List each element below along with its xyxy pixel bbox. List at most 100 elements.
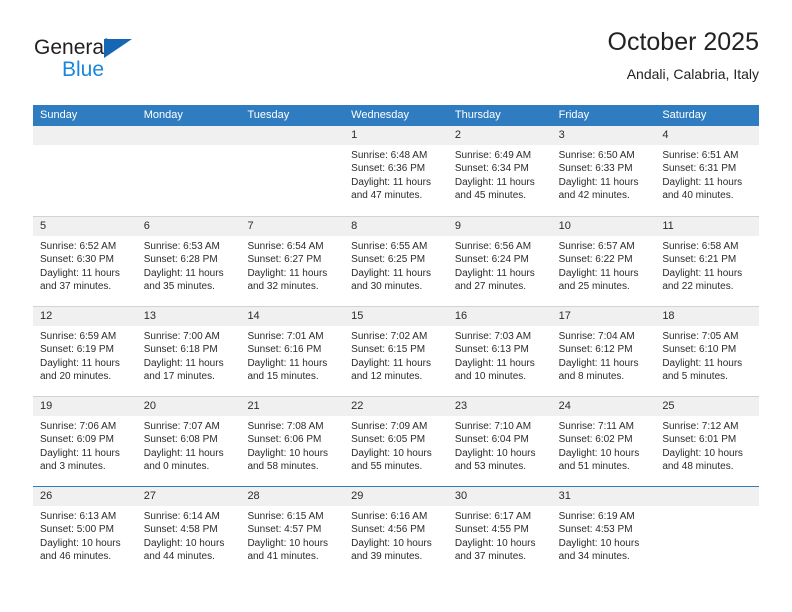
calendar-day-cell[interactable]: 29 Sunrise: 6:16 AM Sunset: 4:56 PM Dayligh… bbox=[344, 487, 448, 576]
daylight-text: Daylight: 11 hours and 15 minutes. bbox=[247, 357, 328, 383]
daylight-text: Daylight: 11 hours and 35 minutes. bbox=[143, 267, 224, 293]
calendar-day-cell[interactable]: 1 Sunrise: 6:48 AM Sunset: 6:36 PM Daylight… bbox=[344, 126, 448, 216]
calendar-day-cell[interactable]: 22 Sunrise: 7:09 AM Sunset: 6:05 PM Dayligh… bbox=[344, 397, 448, 486]
day-number: 9 bbox=[447, 217, 552, 236]
calendar-day-cell[interactable]: 7 Sunrise: 6:54 AM Sunset: 6:27 PM Daylight… bbox=[240, 217, 345, 306]
day-sun-info: Sunrise: 6:14 AM Sunset: 4:58 PM Daylight:… bbox=[137, 506, 241, 564]
calendar-day-cell[interactable]: 9 Sunrise: 6:56 AM Sunset: 6:24 PM Daylight… bbox=[447, 217, 552, 306]
sunrise-text: Sunrise: 7:10 AM bbox=[454, 421, 532, 432]
calendar-day-cell[interactable]: 21 Sunrise: 7:08 AM Sunset: 6:06 PM Dayligh… bbox=[240, 397, 345, 486]
sunset-text: Sunset: 6:19 PM bbox=[40, 344, 114, 356]
calendar-day-cell-empty bbox=[33, 126, 137, 216]
daylight-text: Daylight: 10 hours and 55 minutes. bbox=[351, 447, 432, 473]
calendar-day-cell[interactable]: 10 Sunrise: 6:57 AM Sunset: 6:22 PM Dayligh… bbox=[551, 217, 656, 306]
sunset-text: Sunset: 6:10 PM bbox=[662, 344, 737, 356]
day-number: 8 bbox=[344, 217, 448, 236]
calendar-day-cell[interactable]: 11 Sunrise: 6:58 AM Sunset: 6:21 PM Dayligh… bbox=[655, 217, 760, 306]
calendar-day-cell[interactable]: 24 Sunrise: 7:11 AM Sunset: 6:02 PM Dayligh… bbox=[551, 397, 656, 486]
daylight-text: Daylight: 10 hours and 46 minutes. bbox=[40, 537, 121, 563]
sunrise-text: Sunrise: 6:50 AM bbox=[558, 150, 635, 161]
day-sun-info: Sunrise: 6:54 AM Sunset: 6:27 PM Daylight:… bbox=[240, 236, 344, 294]
day-sun-info: Sunrise: 7:01 AM Sunset: 6:16 PM Daylight:… bbox=[240, 326, 344, 384]
sunrise-text: Sunrise: 7:06 AM bbox=[40, 421, 117, 432]
calendar-day-cell[interactable]: 6 Sunrise: 6:53 AM Sunset: 6:28 PM Daylight… bbox=[136, 217, 241, 306]
sunset-text: Sunset: 4:53 PM bbox=[558, 524, 633, 536]
sunrise-text: Sunrise: 7:01 AM bbox=[247, 331, 324, 342]
sunset-text: Sunset: 6:33 PM bbox=[558, 163, 633, 175]
calendar-day-cell[interactable]: 5 Sunrise: 6:52 AM Sunset: 6:30 PM Daylight… bbox=[33, 217, 137, 306]
calendar-day-cell[interactable]: 16 Sunrise: 7:03 AM Sunset: 6:13 PM Dayligh… bbox=[447, 307, 552, 396]
sunrise-text: Sunrise: 6:54 AM bbox=[247, 241, 324, 252]
calendar-day-cell[interactable]: 17 Sunrise: 7:04 AM Sunset: 6:12 PM Dayligh… bbox=[551, 307, 656, 396]
sunset-text: Sunset: 6:27 PM bbox=[247, 254, 322, 266]
day-sun-info: Sunrise: 7:06 AM Sunset: 6:09 PM Daylight:… bbox=[33, 416, 137, 474]
daylight-text: Daylight: 11 hours and 0 minutes. bbox=[143, 447, 224, 473]
calendar-day-cell[interactable]: 27 Sunrise: 6:14 AM Sunset: 4:58 PM Dayligh… bbox=[136, 487, 241, 576]
calendar-day-cell[interactable]: 30 Sunrise: 6:17 AM Sunset: 4:55 PM Dayligh… bbox=[447, 487, 552, 576]
day-sun-info: Sunrise: 7:07 AM Sunset: 6:08 PM Daylight:… bbox=[137, 416, 241, 474]
day-sun-info: Sunrise: 7:12 AM Sunset: 6:01 PM Daylight:… bbox=[655, 416, 759, 474]
daylight-text: Daylight: 11 hours and 47 minutes. bbox=[351, 176, 432, 202]
weekday-header-friday: Friday bbox=[558, 109, 590, 121]
day-number: 28 bbox=[240, 487, 345, 506]
calendar-day-cell[interactable]: 19 Sunrise: 7:06 AM Sunset: 6:09 PM Dayligh… bbox=[33, 397, 137, 486]
day-number: 15 bbox=[344, 307, 448, 326]
daylight-text: Daylight: 11 hours and 20 minutes. bbox=[40, 357, 120, 383]
day-number: 1 bbox=[344, 126, 448, 145]
sunrise-text: Sunrise: 7:03 AM bbox=[454, 331, 532, 342]
day-sun-info: Sunrise: 6:50 AM Sunset: 6:33 PM Daylight:… bbox=[552, 145, 656, 203]
calendar-day-cell-empty bbox=[136, 126, 241, 216]
calendar-day-cell-empty bbox=[240, 126, 345, 216]
sunset-text: Sunset: 6:01 PM bbox=[662, 434, 737, 446]
calendar-day-cell[interactable]: 15 Sunrise: 7:02 AM Sunset: 6:15 PM Dayligh… bbox=[344, 307, 448, 396]
calendar-grid: Sunday Monday Tuesday Wednesday Thursday… bbox=[33, 105, 760, 576]
day-sun-info: Sunrise: 7:03 AM Sunset: 6:13 PM Daylight:… bbox=[448, 326, 552, 384]
sunset-text: Sunset: 6:16 PM bbox=[247, 344, 322, 356]
sunrise-text: Sunrise: 6:14 AM bbox=[143, 511, 220, 522]
sunrise-text: Sunrise: 7:02 AM bbox=[351, 331, 428, 342]
day-number: 16 bbox=[447, 307, 552, 326]
sunrise-text: Sunrise: 6:17 AM bbox=[454, 511, 532, 522]
daylight-text: Daylight: 11 hours and 22 minutes. bbox=[662, 267, 743, 293]
day-sun-info: Sunrise: 6:16 AM Sunset: 4:56 PM Daylight:… bbox=[344, 506, 448, 564]
calendar-day-cell[interactable]: 12 Sunrise: 6:59 AM Sunset: 6:19 PM Dayligh… bbox=[33, 307, 137, 396]
sunrise-text: Sunrise: 6:52 AM bbox=[40, 241, 117, 252]
sunset-text: Sunset: 6:05 PM bbox=[351, 434, 426, 446]
calendar-day-cell[interactable]: 8 Sunrise: 6:55 AM Sunset: 6:25 PM Daylight… bbox=[344, 217, 448, 306]
day-number: 19 bbox=[33, 397, 137, 416]
calendar-day-cell[interactable]: 14 Sunrise: 7:01 AM Sunset: 6:16 PM Dayligh… bbox=[240, 307, 345, 396]
calendar-day-cell[interactable]: 4 Sunrise: 6:51 AM Sunset: 6:31 PM Daylight… bbox=[655, 126, 760, 216]
sunset-text: Sunset: 6:15 PM bbox=[351, 344, 426, 356]
day-number: 10 bbox=[551, 217, 656, 236]
calendar-day-cell[interactable]: 18 Sunrise: 7:05 AM Sunset: 6:10 PM Dayligh… bbox=[655, 307, 760, 396]
day-number: 29 bbox=[344, 487, 448, 506]
day-number: 12 bbox=[33, 307, 137, 326]
sunset-text: Sunset: 6:08 PM bbox=[143, 434, 218, 446]
sunrise-text: Sunrise: 6:16 AM bbox=[351, 511, 428, 522]
sunrise-text: Sunrise: 6:56 AM bbox=[454, 241, 532, 252]
calendar-day-cell[interactable]: 31 Sunrise: 6:19 AM Sunset: 4:53 PM Dayligh… bbox=[551, 487, 656, 576]
calendar-day-cell[interactable]: 3 Sunrise: 6:50 AM Sunset: 6:33 PM Daylight… bbox=[551, 126, 656, 216]
calendar-day-cell[interactable]: 13 Sunrise: 7:00 AM Sunset: 6:18 PM Dayligh… bbox=[136, 307, 241, 396]
calendar-day-cell[interactable]: 20 Sunrise: 7:07 AM Sunset: 6:08 PM Dayligh… bbox=[136, 397, 241, 486]
daylight-text: Daylight: 10 hours and 41 minutes. bbox=[247, 537, 329, 563]
calendar-day-cell[interactable]: 28 Sunrise: 6:15 AM Sunset: 4:57 PM Dayligh… bbox=[240, 487, 345, 576]
weekday-header-thursday: Thursday bbox=[454, 109, 501, 121]
daylight-text: Daylight: 11 hours and 3 minutes. bbox=[40, 447, 120, 473]
calendar-week-row: 5 Sunrise: 6:52 AM Sunset: 6:30 PM Daylight… bbox=[33, 216, 760, 306]
sunrise-text: Sunrise: 7:09 AM bbox=[351, 421, 428, 432]
calendar-day-cell[interactable]: 2 Sunrise: 6:49 AM Sunset: 6:34 PM Daylight… bbox=[447, 126, 552, 216]
sunrise-text: Sunrise: 7:11 AM bbox=[558, 421, 635, 432]
calendar-day-cell[interactable]: 26 Sunrise: 6:13 AM Sunset: 5:00 PM Dayligh… bbox=[33, 487, 137, 576]
day-sun-info: Sunrise: 6:51 AM Sunset: 6:31 PM Daylight:… bbox=[655, 145, 759, 203]
day-number: 18 bbox=[655, 307, 760, 326]
day-number bbox=[136, 126, 241, 145]
day-number bbox=[240, 126, 345, 145]
weekday-header-wednesday: Wednesday bbox=[351, 109, 410, 121]
day-number: 3 bbox=[551, 126, 656, 145]
sunrise-text: Sunrise: 6:59 AM bbox=[40, 331, 117, 342]
day-number: 23 bbox=[447, 397, 552, 416]
calendar-day-cell[interactable]: 25 Sunrise: 7:12 AM Sunset: 6:01 PM Dayligh… bbox=[655, 397, 760, 486]
calendar-day-cell[interactable]: 23 Sunrise: 7:10 AM Sunset: 6:04 PM Dayligh… bbox=[447, 397, 552, 486]
day-number: 17 bbox=[551, 307, 656, 326]
